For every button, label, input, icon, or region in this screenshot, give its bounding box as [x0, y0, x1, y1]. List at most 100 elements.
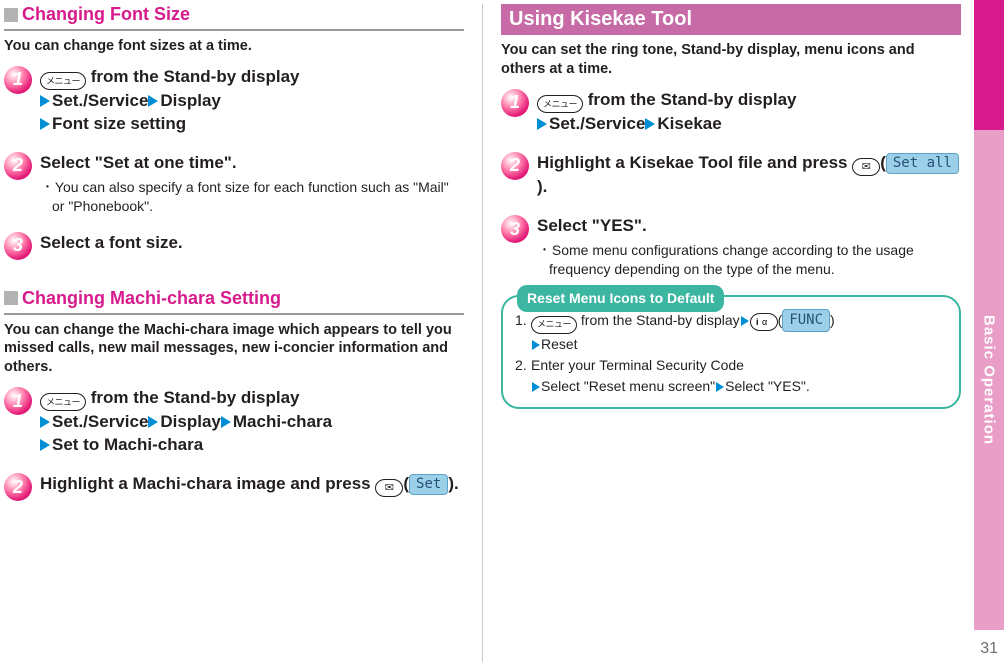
step-text: Select "YES". — [537, 216, 647, 235]
sidebar-tab: Basic Operation — [974, 0, 1004, 630]
chain-item: Display — [160, 412, 220, 431]
list-number: 2. — [515, 355, 531, 376]
rule — [4, 313, 464, 315]
step: 3 Select "YES". ･ Some menu configuratio… — [501, 215, 961, 279]
arrow-icon — [537, 118, 547, 130]
right-column: Using Kisekae Tool You can set the ring … — [501, 4, 961, 662]
arrow-icon — [148, 416, 158, 428]
i-alpha-button-icon: iα — [750, 313, 778, 331]
step: 2 Highlight a Kisekae Tool file and pres… — [501, 152, 961, 199]
arrow-icon — [532, 382, 540, 392]
page-number: 31 — [980, 640, 998, 658]
chain-item: Set./Service — [52, 412, 148, 431]
menu-button-icon: メニュー — [40, 393, 86, 411]
step-number: 3 — [4, 232, 32, 260]
mail-button-icon: ✉ — [852, 158, 880, 176]
step-text: from the Stand-by display — [86, 388, 299, 407]
menu-button-icon: メニュー — [537, 95, 583, 113]
arrow-icon — [40, 439, 50, 451]
chain-item: Font size setting — [52, 114, 186, 133]
step-body: Select "YES". ･ Some menu configurations… — [537, 215, 961, 279]
info-sub: Reset — [515, 334, 947, 355]
info-text: Enter your Terminal Security Code — [531, 357, 744, 373]
step: 1 メニュー from the Stand-by display Set./Se… — [4, 387, 464, 457]
step: 2 Select "Set at one time". ･ You can al… — [4, 152, 464, 216]
step-text: Highlight a Kisekae Tool file and press — [537, 153, 852, 172]
section1-intro: You can change font sizes at a time. — [4, 37, 464, 56]
arrow-icon — [40, 118, 50, 130]
info-text: Select "Reset menu screen" — [541, 378, 715, 394]
step-body: Select a font size. — [40, 232, 464, 260]
step-note: ･ You can also specify a font size for e… — [40, 178, 464, 216]
section2-title: Changing Machi-chara Setting — [22, 288, 281, 309]
arrow-icon — [40, 416, 50, 428]
chain-item: Set./Service — [52, 91, 148, 110]
sidebar-label-area: Basic Operation — [974, 130, 1004, 630]
step-body: Highlight a Kisekae Tool file and press … — [537, 152, 961, 199]
arrow-icon — [40, 95, 50, 107]
step-text: from the Stand-by display — [583, 90, 796, 109]
square-bullet — [4, 291, 18, 305]
arrow-icon — [716, 382, 724, 392]
step-text: . — [454, 474, 459, 493]
step-number: 1 — [4, 387, 32, 415]
menu-button-icon: メニュー — [40, 72, 86, 90]
arrow-icon — [221, 416, 231, 428]
left-column: Changing Font Size You can change font s… — [4, 4, 464, 662]
softkey-pill: FUNC — [782, 309, 830, 332]
list-number: 1. — [515, 310, 531, 331]
info-text: from the Stand-by display — [577, 312, 740, 328]
svg-text:α: α — [762, 317, 767, 327]
mail-button-icon: ✉ — [375, 479, 403, 497]
sidebar-label: Basic Operation — [981, 315, 998, 445]
step: 3 Select a font size. — [4, 232, 464, 260]
chain-item: Set to Machi-chara — [52, 435, 203, 454]
softkey-pill: Set all — [886, 153, 959, 174]
step-note: ･ Some menu configurations change accord… — [537, 241, 961, 279]
step: 2 Highlight a Machi-chara image and pres… — [4, 473, 464, 501]
section1-title: Changing Font Size — [22, 4, 190, 25]
step-body: Highlight a Machi-chara image and press … — [40, 473, 464, 501]
arrow-icon — [532, 340, 540, 350]
step-number: 2 — [4, 152, 32, 180]
softkey-pill: Set — [409, 474, 448, 495]
step-body: メニュー from the Stand-by display Set./Serv… — [40, 387, 464, 457]
step-text: . — [543, 177, 548, 196]
arrow-icon — [741, 316, 749, 326]
step: 1 メニュー from the Stand-by display Set./Se… — [4, 66, 464, 136]
step-number: 1 — [501, 89, 529, 117]
column-divider — [482, 4, 483, 662]
svg-text:i: i — [756, 317, 759, 327]
step-body: メニュー from the Stand-by display Set./Serv… — [40, 66, 464, 136]
arrow-icon — [645, 118, 655, 130]
step-number: 2 — [4, 473, 32, 501]
step-text: Highlight a Machi-chara image and press — [40, 474, 375, 493]
reset-info-box: Reset Menu Icons to Default 1.メニュー from … — [501, 295, 961, 409]
square-bullet — [4, 8, 18, 22]
step-text: Select a font size. — [40, 233, 183, 252]
arrow-icon — [148, 95, 158, 107]
step-text: from the Stand-by display — [86, 67, 299, 86]
chain-item: Set./Service — [549, 114, 645, 133]
right-title: Using Kisekae Tool — [501, 4, 961, 35]
step-number: 3 — [501, 215, 529, 243]
step-body: メニュー from the Stand-by display Set./Serv… — [537, 89, 961, 136]
section2-header: Changing Machi-chara Setting — [4, 288, 464, 309]
step-number: 2 — [501, 152, 529, 180]
section2-intro: You can change the Machi-chara image whi… — [4, 321, 464, 378]
info-sub: Select "Reset menu screen" Select "YES". — [515, 376, 947, 397]
section1-header: Changing Font Size — [4, 4, 464, 25]
info-text: Select "YES". — [725, 378, 810, 394]
step-body: Select "Set at one time". ･ You can also… — [40, 152, 464, 216]
info-text: Reset — [541, 336, 578, 352]
step-number: 1 — [4, 66, 32, 94]
chain-item: Machi-chara — [233, 412, 332, 431]
chain-item: Display — [160, 91, 220, 110]
sidebar-accent — [974, 0, 1004, 130]
right-intro: You can set the ring tone, Stand-by disp… — [501, 41, 961, 79]
page-root: Changing Font Size You can change font s… — [0, 0, 1004, 662]
info-tab: Reset Menu Icons to Default — [517, 285, 724, 312]
chain-item: Kisekae — [657, 114, 721, 133]
step-text: Select "Set at one time". — [40, 153, 237, 172]
info-item: 2.Enter your Terminal Security Code Sele… — [515, 355, 947, 397]
